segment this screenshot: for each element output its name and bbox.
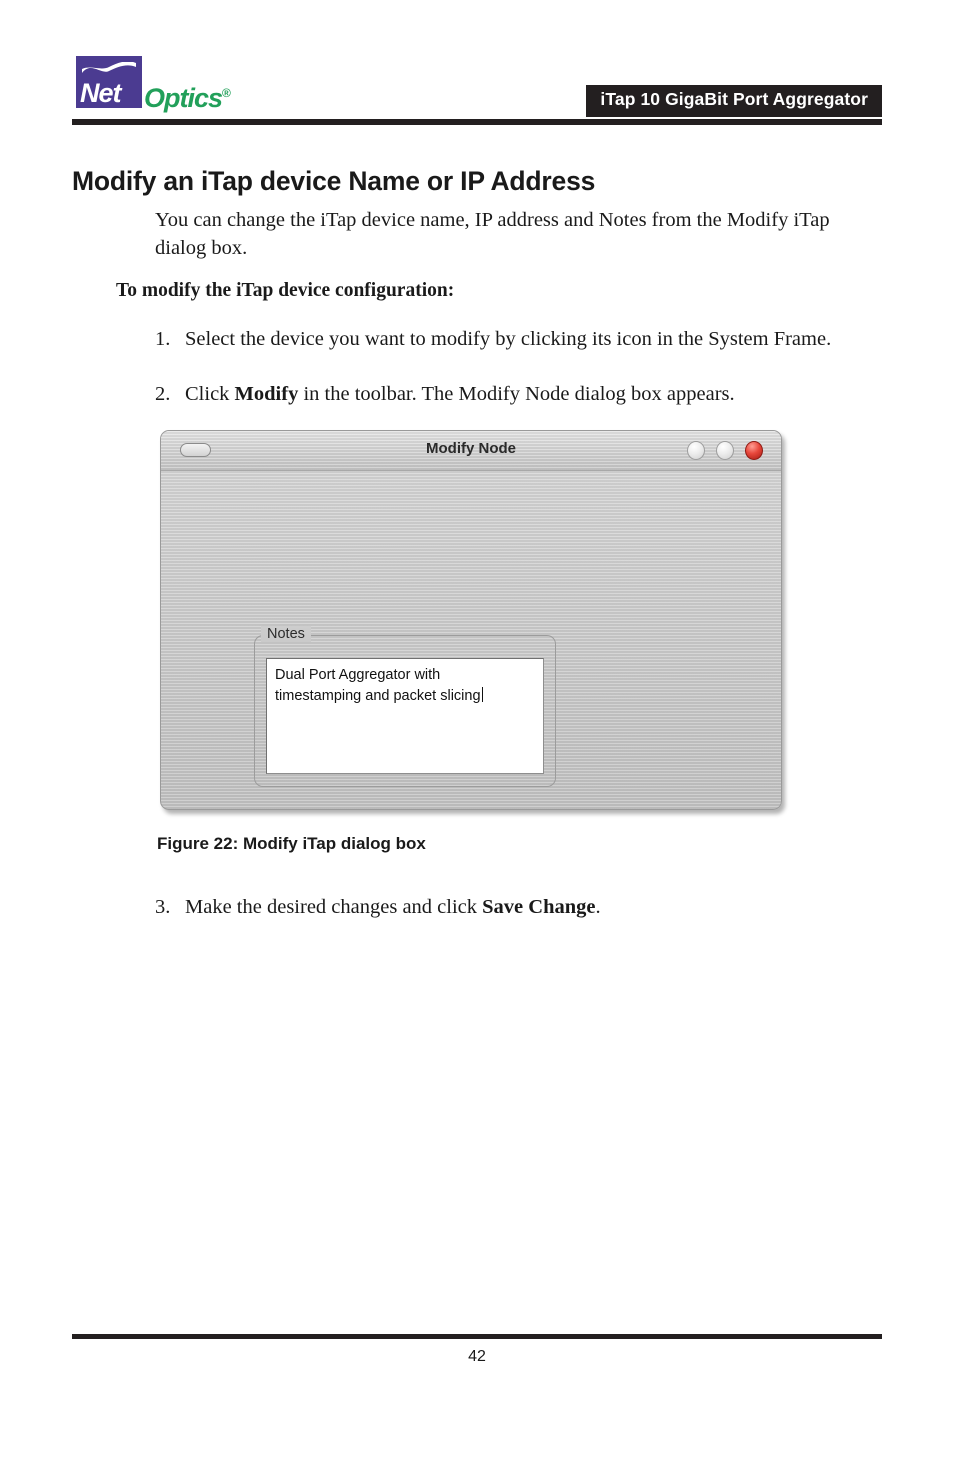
header-rule [72,119,882,125]
page-title: Modify an iTap device Name or IP Address [72,166,596,196]
notes-textarea[interactable]: Dual Port Aggregator with timestamping a… [266,658,544,774]
notes-line-1: Dual Port Aggregator with [275,667,441,683]
notes-legend-label: Notes [261,626,311,642]
maximize-button[interactable] [716,441,734,460]
procedure-subheading: To modify the iTap device configuration: [116,280,455,301]
figure-caption: Figure 22: Modify iTap dialog box [157,834,426,853]
logo-optics-word: Optics [144,83,223,113]
step-2: 2. Click Modify in the toolbar. The Modif… [155,380,735,408]
step-2-text-post: in the toolbar. The Modify Node dialog b… [298,383,735,405]
step-3: 3. Make the desired changes and click Sav… [155,893,601,921]
step-3-text-pre: Make the desired changes and click [185,896,483,918]
header-product-badge: iTap 10 GigaBit Port Aggregator [586,85,882,117]
logo-net-text: Net [80,78,122,108]
page-number: 42 [468,1348,486,1365]
step-2-text-pre: Click [185,383,235,405]
logo-optics-text: Optics® [144,78,231,113]
logo-registered-mark: ® [222,86,231,100]
text-caret [481,687,483,702]
footer-rule [72,1334,882,1339]
step-1-text: Select the device you want to modify by … [185,328,832,350]
step-3-number: 3. [155,896,171,918]
document-page: Net Optics® iTap 10 GigaBit Port Aggrega… [0,0,954,1475]
intro-paragraph: You can change the iTap device name, IP … [155,209,830,259]
dialog-titlebar[interactable]: Modify Node [161,431,781,471]
step-1: 1. Select the device you want to modify b… [155,325,831,353]
notes-line-2: timestamping and packet slicing [275,688,481,704]
notes-line-2-wrap: timestamping and packet slicing [275,686,535,707]
page-header: Net Optics® iTap 10 GigaBit Port Aggrega… [72,52,882,117]
step-2-number: 2. [155,383,171,405]
step-2-text-bold: Modify [234,383,299,405]
window-controls [687,441,767,461]
step-3-text-bold: Save Change [482,896,596,918]
step-1-number: 1. [155,328,171,350]
minimize-button[interactable] [687,441,705,460]
modify-node-dialog[interactable]: Modify Node Node Name 10 GigaBit Port Ag… [160,430,782,810]
close-button[interactable] [745,441,763,460]
net-optics-logo: Net Optics® [72,56,231,113]
step-3-text-post: . [595,896,601,918]
